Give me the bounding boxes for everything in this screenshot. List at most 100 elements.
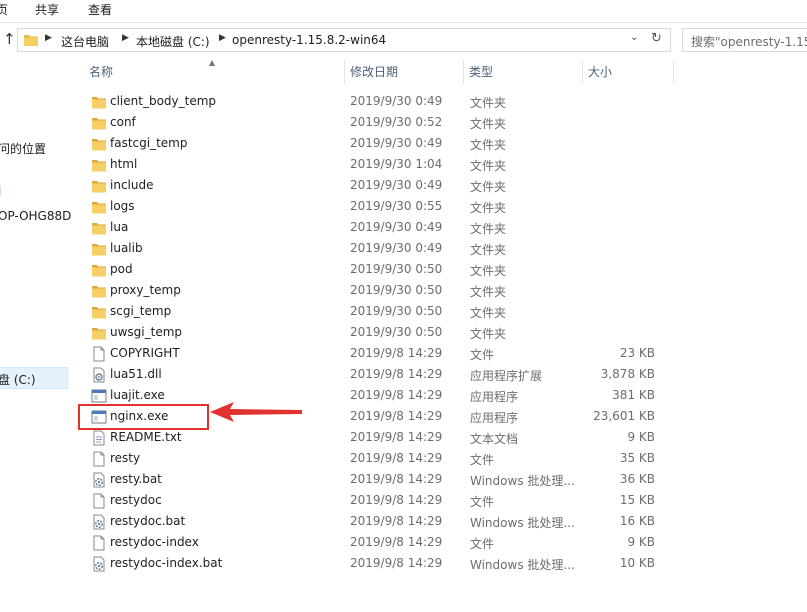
file-name: restydoc xyxy=(110,493,162,507)
file-row[interactable]: restydoc.bat 2019/9/8 14:29 Windows 批处理...… xyxy=(72,511,807,532)
folder-icon xyxy=(91,283,107,299)
file-type: Windows 批处理... xyxy=(470,558,575,572)
refresh-icon[interactable]: ↻ xyxy=(651,31,662,46)
file-date: 2019/9/30 0:49 xyxy=(350,220,443,234)
file-icon xyxy=(91,535,107,551)
file-name: lua51.dll xyxy=(110,367,162,381)
file-name: resty.bat xyxy=(110,472,162,486)
file-name: fastcgi_temp xyxy=(110,136,188,150)
file-date: 2019/9/30 0:50 xyxy=(350,262,443,276)
ribbon: 页 共享 查看 xyxy=(0,0,807,23)
file-type: 文本文档 xyxy=(470,432,519,446)
file-row[interactable]: lua 2019/9/30 0:49 文件夹 xyxy=(72,217,807,238)
file-type: 文件夹 xyxy=(470,180,507,194)
column-name[interactable]: 名称 xyxy=(84,60,344,84)
file-type: 文件夹 xyxy=(470,264,507,278)
file-name: lua xyxy=(110,220,129,234)
folder-icon xyxy=(91,325,107,341)
chevron-right-icon[interactable]: ▶ xyxy=(219,33,226,43)
file-type: 文件夹 xyxy=(470,138,507,152)
file-size: 36 KB xyxy=(619,472,655,486)
folder-icon xyxy=(91,199,107,215)
file-type: 文件 xyxy=(470,495,495,509)
file-size: 9 KB xyxy=(627,535,655,549)
column-size[interactable]: 大小 xyxy=(583,60,673,84)
file-type: 文件夹 xyxy=(470,222,507,236)
file-row[interactable]: conf 2019/9/30 0:52 文件夹 xyxy=(72,112,807,133)
ribbon-tab-share[interactable]: 共享 xyxy=(35,1,59,18)
file-row[interactable]: fastcgi_temp 2019/9/30 0:49 文件夹 xyxy=(72,133,807,154)
ribbon-tab-home[interactable]: 页 xyxy=(0,1,8,18)
breadcrumb-this-pc[interactable]: 这台电脑 xyxy=(61,33,109,50)
file-size: 10 KB xyxy=(619,556,655,570)
file-row[interactable]: README.txt 2019/9/8 14:29 文本文档 9 KB xyxy=(72,427,807,448)
up-arrow-icon[interactable]: ↑ xyxy=(3,30,16,48)
file-date: 2019/9/30 0:50 xyxy=(350,304,443,318)
file-row[interactable]: proxy_temp 2019/9/30 0:50 文件夹 xyxy=(72,280,807,301)
address-bar[interactable]: ▶ 这台电脑 ▶ 本地磁盘 (C:) ▶ openresty-1.15.8.2-… xyxy=(17,28,671,52)
file-name: lualib xyxy=(110,241,143,255)
file-type: 文件夹 xyxy=(470,201,507,215)
file-date: 2019/9/30 0:50 xyxy=(350,325,443,339)
search-input[interactable]: 搜索"openresty-1.15 xyxy=(682,28,807,52)
chevron-right-icon[interactable]: ▶ xyxy=(122,33,129,43)
file-row[interactable]: resty 2019/9/8 14:29 文件 35 KB xyxy=(72,448,807,469)
column-header: ▲ 名称 修改日期 类型 大小 xyxy=(72,58,807,84)
file-date: 2019/9/30 0:49 xyxy=(350,241,443,255)
breadcrumb-openresty[interactable]: openresty-1.15.8.2-win64 xyxy=(232,33,386,47)
nav-item-local-disk[interactable]: 盘 (C:) xyxy=(0,371,36,388)
file-row[interactable]: client_body_temp 2019/9/30 0:49 文件夹 xyxy=(72,91,807,112)
file-row[interactable]: restydoc-index 2019/9/8 14:29 文件 9 KB xyxy=(72,532,807,553)
column-type[interactable]: 类型 xyxy=(464,60,582,84)
column-date[interactable]: 修改日期 xyxy=(345,60,463,84)
file-row[interactable]: restydoc-index.bat 2019/9/8 14:29 Windows … xyxy=(72,553,807,574)
file-type: 文件夹 xyxy=(470,96,507,110)
file-row[interactable]: uwsgi_temp 2019/9/30 0:50 文件夹 xyxy=(72,322,807,343)
file-row[interactable]: lualib 2019/9/30 0:49 文件夹 xyxy=(72,238,807,259)
file-date: 2019/9/8 14:29 xyxy=(350,409,443,423)
file-date: 2019/9/30 0:50 xyxy=(350,283,443,297)
file-size: 9 KB xyxy=(627,430,655,444)
file-date: 2019/9/8 14:29 xyxy=(350,493,443,507)
file-date: 2019/9/30 0:52 xyxy=(350,115,443,129)
text-file-icon xyxy=(91,430,107,446)
file-row[interactable]: restydoc 2019/9/8 14:29 文件 15 KB xyxy=(72,490,807,511)
chevron-right-icon[interactable]: ▶ xyxy=(45,33,52,43)
address-row: ↑ ▶ 这台电脑 ▶ 本地磁盘 (C:) ▶ openresty-1.15.8.… xyxy=(0,26,807,54)
file-date: 2019/9/30 1:04 xyxy=(350,157,443,171)
file-row[interactable]: resty.bat 2019/9/8 14:29 Windows 批处理... 36 … xyxy=(72,469,807,490)
file-row[interactable]: include 2019/9/30 0:49 文件夹 xyxy=(72,175,807,196)
file-row[interactable]: lua51.dll 2019/9/8 14:29 应用程序扩展 3,878 KB xyxy=(72,364,807,385)
file-date: 2019/9/30 0:49 xyxy=(350,94,443,108)
dll-icon xyxy=(91,367,107,383)
file-size: 381 KB xyxy=(612,388,655,402)
breadcrumb-local-disk[interactable]: 本地磁盘 (C:) xyxy=(136,33,210,50)
chevron-down-icon[interactable]: ⌄ xyxy=(630,32,638,43)
file-type: 文件 xyxy=(470,537,495,551)
file-date: 2019/9/8 14:29 xyxy=(350,430,443,444)
folder-icon xyxy=(91,115,107,131)
file-date: 2019/9/8 14:29 xyxy=(350,388,443,402)
file-row[interactable]: scgi_temp 2019/9/30 0:50 文件夹 xyxy=(72,301,807,322)
file-row[interactable]: logs 2019/9/30 0:55 文件夹 xyxy=(72,196,807,217)
file-icon xyxy=(91,451,107,467)
file-row[interactable]: COPYRIGHT 2019/9/8 14:29 文件 23 KB xyxy=(72,343,807,364)
file-row[interactable]: html 2019/9/30 1:04 文件夹 xyxy=(72,154,807,175)
ribbon-tab-view[interactable]: 查看 xyxy=(88,1,112,18)
file-date: 2019/9/30 0:49 xyxy=(350,178,443,192)
folder-icon xyxy=(91,136,107,152)
annotation-arrow-icon xyxy=(210,402,302,422)
file-name: restydoc-index xyxy=(110,535,199,549)
file-name: client_body_temp xyxy=(110,94,217,108)
file-name: proxy_temp xyxy=(110,283,181,297)
file-name: restydoc-index.bat xyxy=(110,556,223,570)
file-type: 文件 xyxy=(470,348,495,362)
file-row[interactable]: pod 2019/9/30 0:50 文件夹 xyxy=(72,259,807,280)
nav-item-computer[interactable]: OP-OHG88D xyxy=(0,209,71,223)
file-row[interactable]: luajit.exe 2019/9/8 14:29 应用程序 381 KB xyxy=(72,385,807,406)
nav-item-network[interactable]: i xyxy=(0,184,1,198)
file-name: logs xyxy=(110,199,135,213)
nav-item-recent[interactable]: 问的位置 xyxy=(0,140,46,157)
search-placeholder: 搜索"openresty-1.15 xyxy=(691,35,807,49)
file-size: 15 KB xyxy=(619,493,655,507)
